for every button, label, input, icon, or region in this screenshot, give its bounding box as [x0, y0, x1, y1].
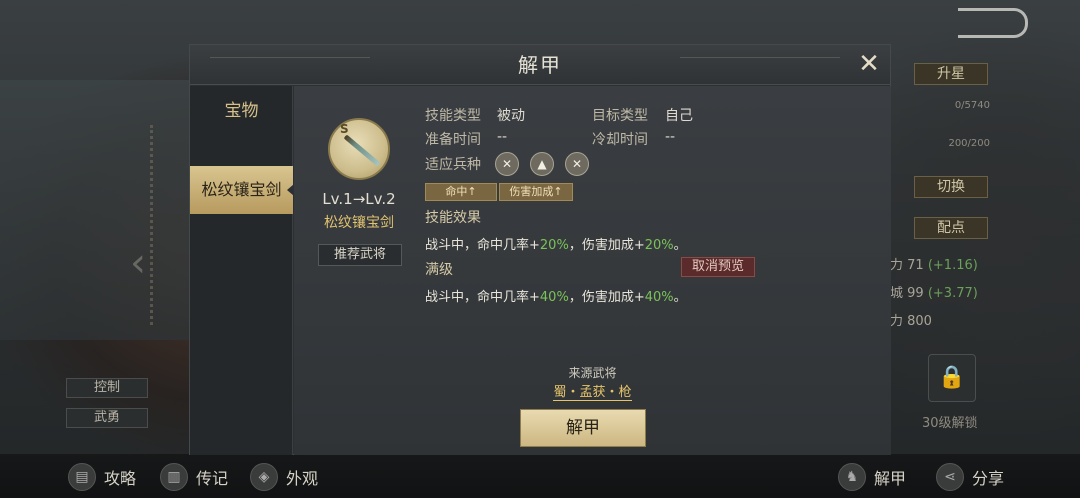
close-icon[interactable]: ✕ — [854, 50, 884, 80]
source-general-link[interactable]: 蜀・孟获・枪 — [553, 385, 632, 401]
armor-icon: ◈ — [250, 463, 278, 491]
control-tag: 控制 — [66, 378, 148, 398]
dialog-sidebar: 宝物 松纹镶宝剑 — [190, 86, 294, 455]
star-up-button[interactable]: 升星 — [914, 63, 988, 85]
lock-label: 30级解锁 — [922, 416, 978, 431]
stat-row: 力 71 (+1.16) — [890, 254, 978, 273]
source-general-link-row: 蜀・孟获・枪 — [294, 381, 891, 401]
effect-value: 20% — [539, 238, 569, 253]
back-arrow-icon[interactable]: ‹ — [130, 240, 146, 286]
share-icon: ⋖ — [936, 463, 964, 491]
cooldown-label: 冷却时间 — [592, 132, 648, 148]
recommend-general-button[interactable]: 推荐武将 — [318, 244, 402, 266]
infantry-icon: ✕ — [495, 152, 519, 176]
rank-letter: S — [340, 122, 349, 136]
skill-type-label: 技能类型 — [425, 108, 481, 124]
strategy-button[interactable]: ▤ 攻略 — [68, 463, 136, 491]
dialog-header: 解甲 ✕ — [190, 45, 890, 85]
effect-text: 战斗中，命中几率+ — [425, 290, 540, 305]
prepare-time-value: -- — [497, 129, 508, 145]
skill-effect-title: 技能效果 — [425, 210, 481, 226]
target-type-label: 目标类型 — [592, 108, 648, 124]
biography-button[interactable]: ▥ 传记 — [160, 463, 228, 491]
disarm-dialog: 解甲 ✕ 宝物 松纹镶宝剑 S Lv.1→Lv.2 松纹镶宝剑 推荐武将 技能类… — [189, 44, 891, 455]
tab-treasure-sword[interactable]: 松纹镶宝剑 — [190, 166, 294, 214]
item-name: 松纹镶宝剑 — [324, 215, 394, 231]
sword-icon: S — [328, 118, 390, 180]
source-general-label: 来源武将 — [568, 366, 617, 380]
valor-tag: 武勇 — [66, 408, 148, 428]
max-level-title: 满级 — [425, 262, 453, 278]
stat-bonus: (+1.16) — [927, 258, 978, 273]
exp-bar-text: 0/5740 — [954, 100, 990, 111]
switch-button[interactable]: 切换 — [914, 176, 988, 198]
disarm-bottom-label: 解甲 — [874, 469, 907, 488]
dialog-title: 解甲 — [518, 53, 562, 77]
stat-row: 力 800 — [890, 310, 932, 329]
allocate-points-button[interactable]: 配点 — [914, 217, 988, 239]
effect-text: ，伤害加成+ — [568, 290, 645, 305]
sword-blade — [343, 134, 381, 167]
biography-label: 传记 — [196, 469, 229, 488]
prepare-time-label: 准备时间 — [425, 132, 481, 148]
effect-text: 战斗中，命中几率+ — [425, 238, 540, 253]
warrior-icon: ♞ — [838, 463, 866, 491]
stat-bonus: (+3.77) — [927, 286, 978, 301]
accuracy-up-tag: 命中↑ — [425, 183, 497, 201]
disarm-button[interactable]: 解甲 — [520, 409, 646, 447]
share-button[interactable]: ⋖ 分享 — [936, 463, 1004, 491]
stat-text: 城 99 — [890, 286, 924, 301]
cancel-preview-button[interactable]: 取消预览 — [681, 257, 755, 277]
sidebar-heading: 宝物 — [224, 101, 259, 121]
lock-icon[interactable]: 🔒 — [928, 354, 976, 402]
effect-value: 20% — [644, 238, 674, 253]
stat-text: 力 800 — [890, 314, 932, 329]
cooldown-value: -- — [665, 129, 676, 145]
effect-value: 40% — [644, 290, 674, 305]
share-label: 分享 — [972, 469, 1005, 488]
stat-row: 城 99 (+3.77) — [890, 282, 978, 301]
strategy-label: 攻略 — [104, 469, 137, 488]
effect-text: 。 — [673, 290, 687, 305]
skill-effect-text: 战斗中，命中几率+20%，伤害加成+20%。 — [425, 234, 687, 253]
disarm-bottom-button[interactable]: ♞ 解甲 — [838, 463, 906, 491]
stat-text: 力 71 — [890, 258, 924, 273]
level-text: Lv.1→Lv.2 — [322, 190, 396, 208]
bottom-bar: ▤ 攻略 ▥ 传记 ◈ 外观 ♞ 解甲 ⋖ 分享 — [0, 454, 1080, 498]
return-icon[interactable] — [958, 8, 1028, 38]
scroll-icon: ▥ — [160, 463, 188, 491]
skill-type-value: 被动 — [497, 108, 525, 124]
book-icon: ▤ — [68, 463, 96, 491]
effect-value: 40% — [539, 290, 569, 305]
max-level-effect-text: 战斗中，命中几率+40%，伤害加成+40%。 — [425, 286, 687, 305]
effect-text: 。 — [673, 238, 687, 253]
dialog-content: S Lv.1→Lv.2 松纹镶宝剑 推荐武将 技能类型 被动 目标类型 自己 准… — [294, 86, 891, 455]
appearance-label: 外观 — [286, 469, 319, 488]
appearance-button[interactable]: ◈ 外观 — [250, 463, 318, 491]
target-type-value: 自己 — [665, 108, 693, 124]
hp-bar-text: 200/200 — [948, 138, 990, 149]
background-chain — [150, 125, 180, 325]
archer-icon: ✕ — [565, 152, 589, 176]
effect-text: ，伤害加成+ — [568, 238, 645, 253]
damage-up-tag: 伤害加成↑ — [499, 183, 573, 201]
cavalry-icon: ▲ — [530, 152, 554, 176]
troop-type-label: 适应兵种 — [425, 157, 481, 173]
